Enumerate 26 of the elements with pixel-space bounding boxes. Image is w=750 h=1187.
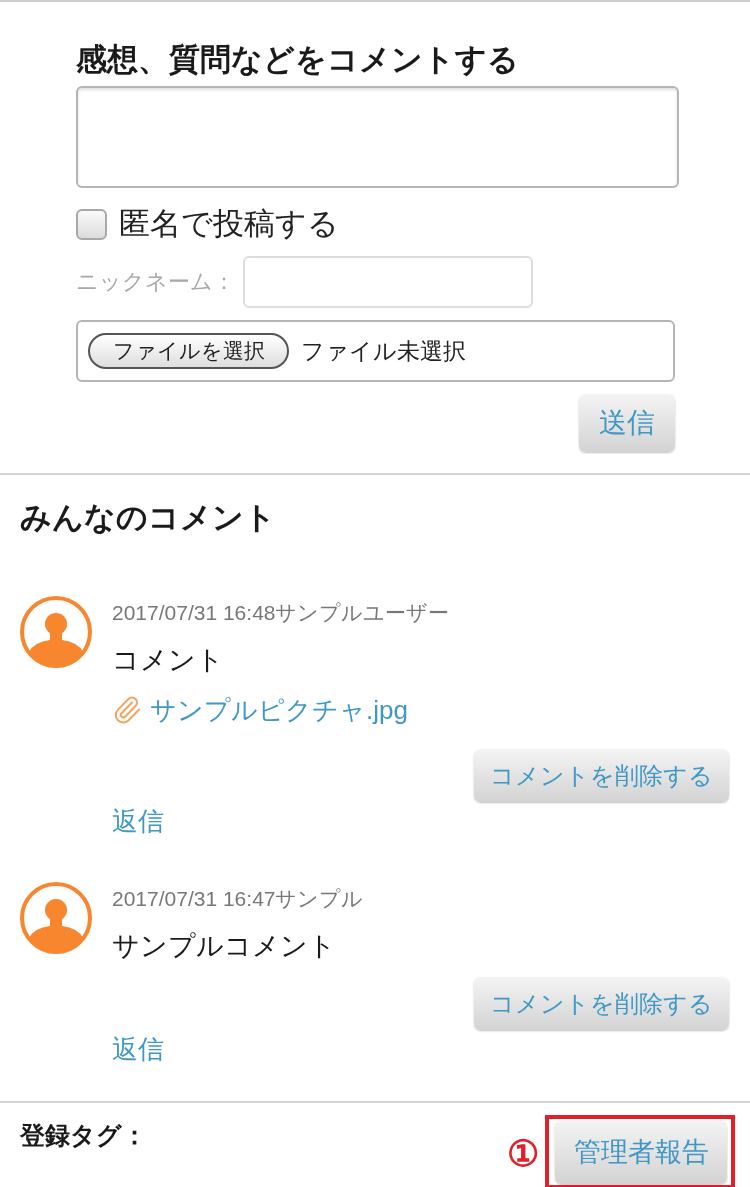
- file-status-text: ファイル未選択: [301, 337, 466, 365]
- paperclip-icon: [112, 695, 142, 725]
- choose-file-button[interactable]: ファイルを選択: [88, 333, 289, 369]
- nickname-field[interactable]: [243, 256, 533, 308]
- comment-text: サンプルコメント: [112, 930, 337, 962]
- report-to-admin-button[interactable]: 管理者報告: [555, 1120, 727, 1184]
- anonymous-label: 匿名で投稿する: [119, 206, 339, 242]
- anonymous-checkbox[interactable]: [76, 208, 107, 240]
- reply-link[interactable]: 返信: [112, 805, 164, 837]
- tags-label: 登録タグ：: [20, 1120, 147, 1151]
- avatar-icon: [20, 596, 92, 668]
- avatar-icon: [20, 882, 92, 954]
- comments-heading: みんなのコメント: [19, 500, 277, 536]
- comment-byline: 2017/07/31 16:47サンプル: [112, 886, 365, 912]
- delete-comment-button[interactable]: コメントを削除する: [474, 749, 729, 802]
- comment-field[interactable]: [76, 86, 679, 188]
- delete-comment-button[interactable]: コメントを削除する: [474, 977, 729, 1030]
- comment-text: コメント: [112, 644, 225, 676]
- annotation-number: ①: [507, 1134, 539, 1174]
- reply-link[interactable]: 返信: [112, 1033, 164, 1065]
- nickname-label: ニックネーム：: [76, 268, 235, 296]
- comment-byline: 2017/07/31 16:48サンプルユーザー: [112, 600, 451, 626]
- attachment-link[interactable]: サンプルピクチャ.jpg: [150, 694, 408, 726]
- submit-button[interactable]: 送信: [579, 394, 675, 452]
- file-field[interactable]: ファイルを選択 ファイル未選択: [76, 320, 675, 382]
- comment-form-heading: 感想、質問などをコメントする: [76, 42, 520, 78]
